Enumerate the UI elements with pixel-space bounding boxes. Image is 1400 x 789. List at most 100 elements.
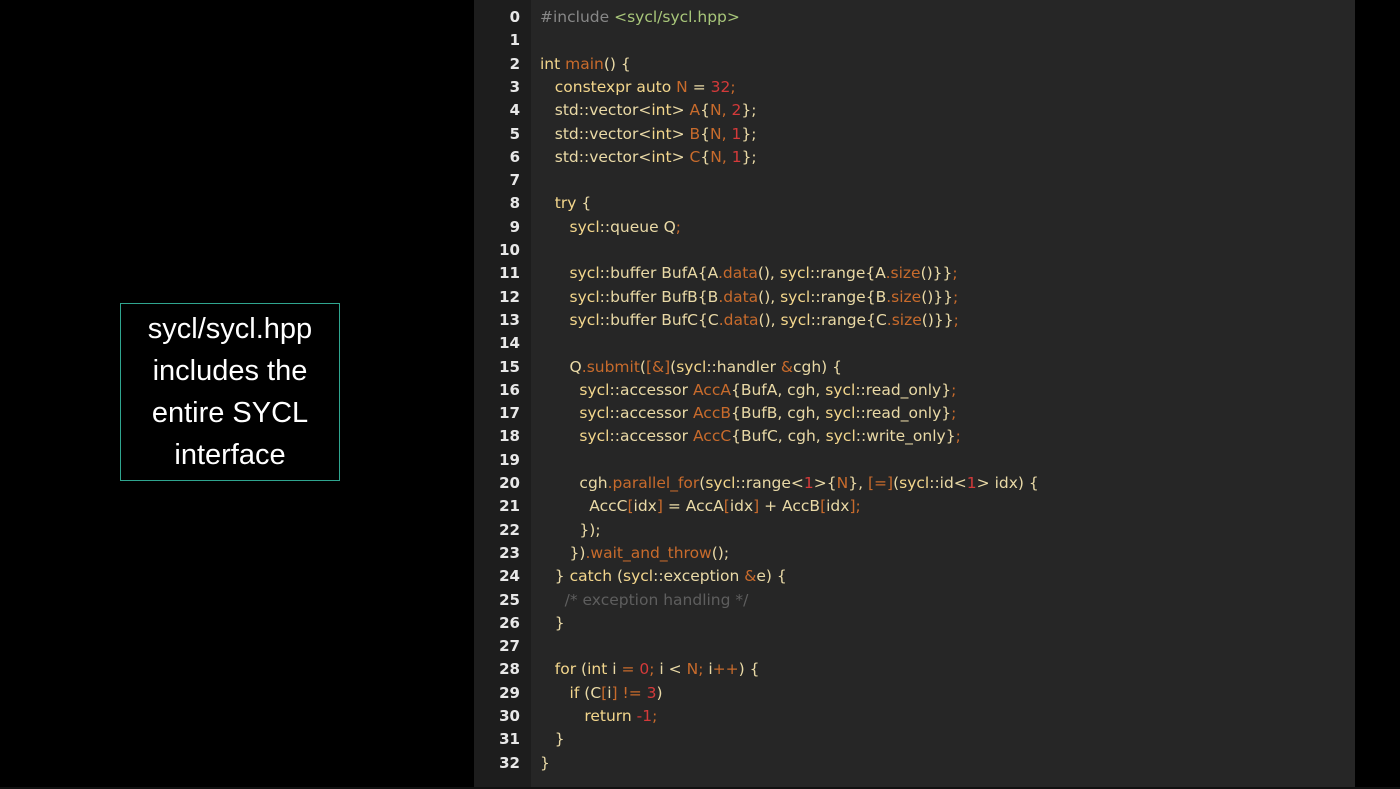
code-line: if (C[i] != 3) xyxy=(540,682,663,705)
code-line: }).wait_and_throw(); xyxy=(540,542,730,565)
line-number: 23 xyxy=(499,543,520,562)
code-token: AccA xyxy=(692,380,731,399)
line-number: 28 xyxy=(499,660,520,679)
code-token: sycl xyxy=(705,474,736,492)
code-token: ::queue Q xyxy=(599,217,676,236)
code-token: ::range{C xyxy=(810,310,887,329)
code-token: , xyxy=(721,101,732,120)
code-line: #include <sycl/sycl.hpp> xyxy=(540,6,740,29)
code-token: ; xyxy=(698,660,709,679)
code-token: ::buffer BufC{C xyxy=(599,310,719,329)
code-token: .data xyxy=(718,310,759,329)
code-line: sycl::buffer BufB{B.data(), sycl::range{… xyxy=(540,286,959,309)
line-number: 17 xyxy=(499,404,520,423)
code-token: sycl xyxy=(780,287,811,306)
code-token: -1 xyxy=(636,707,653,725)
code-token: 3 xyxy=(646,683,657,702)
line-number: 18 xyxy=(499,427,520,446)
line-number: 12 xyxy=(499,287,520,306)
code-token: std::vector< xyxy=(540,147,652,166)
line-number: 19 xyxy=(499,450,520,469)
code-line: sycl::queue Q; xyxy=(540,216,681,239)
code-token: <sycl/sycl.hpp> xyxy=(614,8,740,26)
line-number: 24 xyxy=(499,567,520,586)
code-token: main xyxy=(565,54,604,73)
code-token: N xyxy=(836,474,849,492)
code-token: AccC xyxy=(692,427,732,446)
code-token: ::accessor xyxy=(609,380,693,399)
code-token: sycl xyxy=(676,357,707,376)
callout-text: sycl/sycl.hpp includes the entire SYCL i… xyxy=(147,313,313,471)
code-token: ()}} xyxy=(920,264,953,283)
code-token: 0 xyxy=(639,660,650,679)
code-token: ::exception xyxy=(653,567,745,586)
code-token: ::accessor xyxy=(609,427,693,446)
line-number-gutter: 0 1 2 3 4 5 6 7 8 9 10 11 12 13 14 15 16 17 18 19 20 21 22 23 24… xyxy=(474,0,531,789)
code-token: (C xyxy=(584,683,602,702)
code-line: /* exception handling */ xyxy=(540,589,749,612)
code-line: int main() { xyxy=(540,53,631,76)
code-token: i < xyxy=(659,660,687,679)
code-token: A xyxy=(689,101,701,120)
line-number: 14 xyxy=(499,334,520,353)
code-token: ; xyxy=(730,77,736,96)
code-token: = AccA xyxy=(662,497,724,516)
code-token: AccB xyxy=(692,404,731,423)
code-token: ; xyxy=(649,660,660,679)
code-token: idx xyxy=(826,497,850,516)
code-token: int xyxy=(587,660,613,679)
code-token: std::vector< xyxy=(540,101,652,120)
code-token: cgh xyxy=(540,474,608,492)
code-token: } xyxy=(540,730,565,749)
code-line: Q.submit([&](sycl::handler &cgh) { xyxy=(540,356,842,379)
code-line: } xyxy=(540,752,550,775)
line-number: 16 xyxy=(499,380,520,399)
code-token: (); xyxy=(711,543,730,562)
code-token: = xyxy=(621,660,640,679)
code-token: B xyxy=(689,124,701,143)
code-token: sycl xyxy=(540,427,610,446)
code-token: sycl xyxy=(899,474,930,492)
code-token: {BufC, cgh, xyxy=(731,427,826,446)
code-token: ; xyxy=(952,264,958,283)
line-number: 7 xyxy=(509,171,520,190)
code-token: ; xyxy=(652,707,658,725)
line-number: 21 xyxy=(499,497,520,516)
code-token: #include xyxy=(540,8,615,26)
line-number: 13 xyxy=(499,310,520,329)
code-token: .data xyxy=(718,287,759,306)
code-token: .submit xyxy=(581,357,640,376)
code-token: try xyxy=(540,194,582,213)
line-number: 22 xyxy=(499,520,520,539)
code-token: /* exception handling */ xyxy=(540,590,749,609)
line-number: 27 xyxy=(499,637,520,656)
code-token: if xyxy=(540,683,585,702)
code-token: sycl xyxy=(780,310,811,329)
code-line: sycl::buffer BufA{A.data(), sycl::range{… xyxy=(540,262,958,285)
code-token: sycl xyxy=(540,287,600,306)
code-token: = xyxy=(687,77,711,96)
code-token: }, xyxy=(848,474,868,492)
code-token: , xyxy=(721,147,732,166)
code-token: int xyxy=(651,147,672,166)
code-line: sycl::accessor AccC{BufC, cgh, sycl::wri… xyxy=(540,425,960,448)
code-token: ) xyxy=(656,683,663,702)
code-token: ()}} xyxy=(921,310,954,329)
code-token: }; xyxy=(741,147,757,166)
line-number: 2 xyxy=(509,54,520,73)
code-line: } xyxy=(540,728,565,751)
code-token: sycl xyxy=(779,264,810,283)
code-token: ) { xyxy=(738,660,760,679)
code-token: & xyxy=(780,357,793,376)
code-line: try { xyxy=(540,192,591,215)
code-token: sycl xyxy=(540,380,610,399)
code-token: }; xyxy=(741,101,757,120)
code-token: > xyxy=(671,147,690,166)
code-line: } catch (sycl::exception &e) { xyxy=(540,565,787,588)
code-token: sycl xyxy=(825,404,856,423)
code-token: sycl xyxy=(825,380,856,399)
line-number: 32 xyxy=(499,753,520,772)
line-number: 10 xyxy=(499,241,520,259)
code-line: }); xyxy=(540,519,600,542)
code-token: constexpr auto xyxy=(540,77,677,96)
